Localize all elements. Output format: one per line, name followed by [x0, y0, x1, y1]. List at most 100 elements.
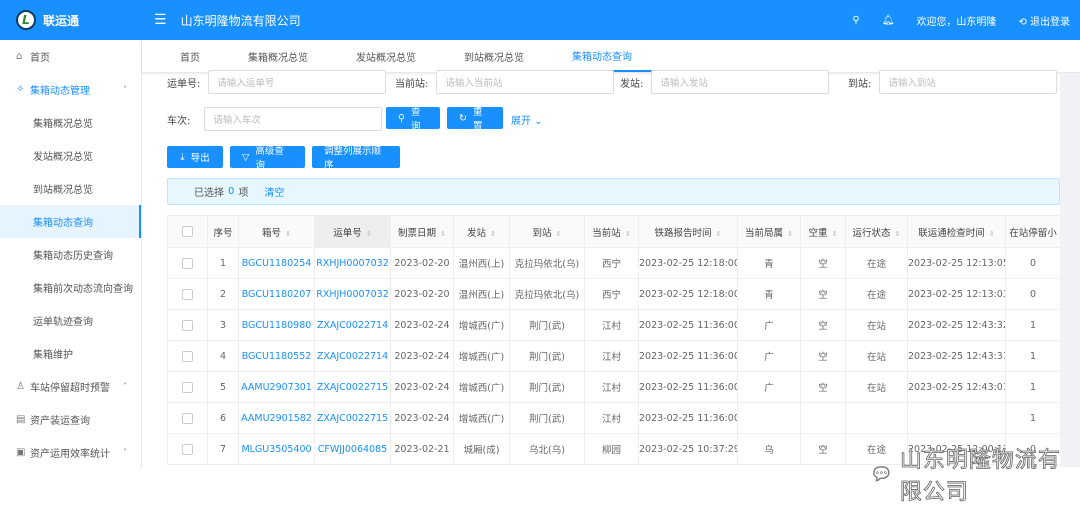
- tab[interactable]: 发站概况总览: [332, 40, 440, 72]
- sort-icon: ⇕: [490, 229, 496, 238]
- row-checkbox[interactable]: [167, 402, 208, 434]
- column-order-button[interactable]: 调整列展示顺序: [312, 146, 400, 171]
- tab[interactable]: 集箱动态查询: [548, 40, 656, 72]
- table-cell: 增城西(广): [453, 340, 510, 372]
- column-label: 箱号: [262, 227, 282, 239]
- table-row[interactable]: 4 BGCU1180552 ZXAJC0022714 2023-02-24 增城西(广)…: [167, 340, 1061, 372]
- table-row[interactable]: 2 BGCU1180207 RXHJH0007032 2023-02-20 温州西(上)…: [167, 278, 1061, 310]
- table-cell: 青: [737, 247, 801, 279]
- table-cell: [907, 402, 1006, 434]
- column-label: 当前站: [592, 227, 621, 239]
- column-header[interactable]: 制票日期 ⇕: [390, 215, 454, 248]
- tab[interactable]: 首页: [156, 40, 224, 72]
- column-header[interactable]: 当前局属 ⇕: [737, 215, 801, 248]
- sidebar-item[interactable]: ♙ 车站停留超时预警 ˅: [0, 370, 141, 403]
- row-checkbox[interactable]: [167, 340, 208, 372]
- table-cell[interactable]: RXHJH0007032: [314, 278, 391, 310]
- main-content: 首页 集箱概况总览 发站概况总览 到站概况总览 集箱动态查询 运单号: 请输入运单号 当…: [142, 40, 1080, 505]
- table-cell[interactable]: ZXAJC0022714: [314, 340, 391, 372]
- column-header[interactable]: 到站 ⇕: [509, 215, 585, 248]
- table-cell[interactable]: BGCU1180254: [238, 247, 315, 279]
- table-cell[interactable]: ZXAJC0022715: [314, 402, 391, 434]
- tab[interactable]: 集箱概况总览: [224, 40, 332, 72]
- sidebar-item[interactable]: 运单轨迹查询: [0, 304, 141, 337]
- selection-suffix: 项: [238, 188, 249, 199]
- select-all-checkbox[interactable]: [167, 215, 208, 248]
- row-checkbox[interactable]: [167, 433, 208, 465]
- export-button[interactable]: ⤓ 导出: [167, 146, 223, 168]
- refresh-icon: ↻: [459, 112, 467, 124]
- bell-icon[interactable]: 🔔︎: [882, 15, 895, 26]
- sidebar-item[interactable]: 集箱动态历史查询: [0, 238, 141, 271]
- export-label: 导出: [190, 153, 210, 164]
- sort-icon: ⇕: [285, 229, 291, 238]
- table-cell: 江村: [584, 340, 639, 372]
- sidebar-item-label: 到站概况总览: [33, 185, 93, 196]
- from-station-input[interactable]: 请输入发站: [651, 70, 830, 94]
- clear-selection-link[interactable]: 清空: [264, 184, 284, 199]
- row-checkbox[interactable]: [167, 247, 208, 279]
- row-checkbox[interactable]: [167, 371, 208, 403]
- sidebar-item[interactable]: 集箱概况总览: [0, 106, 141, 139]
- column-label: 序号: [213, 227, 233, 239]
- sidebar-item[interactable]: ✧ 集箱动态管理 ˄: [0, 73, 141, 106]
- sidebar: ⌂ 首页 ✧ 集箱动态管理 ˄ 集箱概况总览 发站概况总览到站概况总览集箱动态查询 集箱动态历…: [0, 40, 142, 467]
- search-button[interactable]: ⚲ 查询: [386, 107, 440, 132]
- tab[interactable]: 到站概况总览: [440, 40, 548, 72]
- menu-toggle-icon[interactable]: ☰: [154, 12, 167, 28]
- table-row[interactable]: 6 AAMU2901582 ZXAJC0022715 2023-02-24 增城西(广)…: [167, 402, 1061, 434]
- table-cell[interactable]: ZXAJC0022714: [314, 309, 391, 341]
- expand-link[interactable]: 展开 ⌄: [511, 112, 543, 127]
- sidebar-item[interactable]: 集箱维护: [0, 337, 141, 370]
- table-cell[interactable]: AAMU2901582: [238, 402, 315, 434]
- row-checkbox[interactable]: [167, 278, 208, 310]
- waybill-input[interactable]: 请输入运单号: [208, 70, 387, 94]
- train-input[interactable]: 请输入车次: [204, 107, 383, 131]
- sidebar-item[interactable]: 发站概况总览: [0, 139, 141, 172]
- table-cell: 在途: [845, 247, 908, 279]
- table-cell[interactable]: RXHJH0007032: [314, 247, 391, 279]
- advanced-search-button[interactable]: ▽ 高级查询: [230, 146, 305, 171]
- table-cell[interactable]: AAMU2907301: [238, 371, 315, 403]
- sidebar-item[interactable]: ▤ 资产装运查询: [0, 403, 141, 436]
- watermark-text: 山东明隆物流有限公司: [899, 448, 1061, 506]
- logout-button[interactable]: ⟲ 退出登录: [1018, 13, 1070, 28]
- sidebar-item[interactable]: ⌂ 首页: [0, 40, 141, 73]
- row-checkbox[interactable]: [167, 309, 208, 341]
- column-header[interactable]: 在站停留小: [1005, 215, 1061, 248]
- table-cell: 在站: [845, 340, 908, 372]
- sidebar-item[interactable]: 集箱动态查询: [0, 205, 141, 238]
- current-station-label: 当前站:: [395, 78, 429, 90]
- table-row[interactable]: 5 AAMU2907301 ZXAJC0022715 2023-02-24 增城西(广)…: [167, 371, 1061, 403]
- column-header[interactable]: 发站 ⇕: [453, 215, 510, 248]
- to-station-input[interactable]: 请输入到站: [879, 70, 1058, 94]
- table-cell[interactable]: CFWJJ0064085: [314, 433, 391, 465]
- table-cell[interactable]: BGCU1180552: [238, 340, 315, 372]
- table-cell: 6: [207, 402, 239, 434]
- sidebar-item[interactable]: 到站概况总览: [0, 172, 141, 205]
- table-row[interactable]: 1 BGCU1180254 RXHJH0007032 2023-02-20 温州西(上)…: [167, 247, 1061, 279]
- reset-button[interactable]: ↻ 重置: [447, 107, 503, 132]
- table-cell: 2023-02-24: [390, 371, 454, 403]
- table-cell[interactable]: MLGU3505400: [238, 433, 315, 465]
- column-header[interactable]: 铁路报告时间 ⇕: [638, 215, 738, 248]
- current-station-input[interactable]: 请输入当前站: [436, 70, 615, 94]
- column-header[interactable]: 箱号 ⇕: [238, 215, 315, 248]
- table-row[interactable]: 3 BGCU1180980 ZXAJC0022714 2023-02-24 增城西(广)…: [167, 309, 1061, 341]
- sidebar-item[interactable]: 集箱前次动态流向查询: [0, 271, 141, 304]
- table-cell: 温州西(上): [453, 247, 510, 279]
- table-cell: 增城西(广): [453, 309, 510, 341]
- sidebar-item[interactable]: ▣ 资产运用效率统计 ˅: [0, 436, 141, 469]
- table-cell[interactable]: ZXAJC0022715: [314, 371, 391, 403]
- column-header[interactable]: 当前站 ⇕: [584, 215, 639, 248]
- table-cell: 江村: [584, 402, 639, 434]
- column-header[interactable]: 空重 ⇕: [800, 215, 846, 248]
- column-header[interactable]: 运行状态 ⇕: [845, 215, 908, 248]
- table-cell[interactable]: BGCU1180207: [238, 278, 315, 310]
- column-header[interactable]: 联运通检查时间 ⇕: [907, 215, 1006, 248]
- search-icon[interactable]: ⚲: [852, 15, 859, 26]
- column-header[interactable]: 运单号 ⇕: [314, 215, 391, 248]
- logo[interactable]: L 联运通: [0, 10, 142, 30]
- table-cell[interactable]: BGCU1180980: [238, 309, 315, 341]
- scrollbar[interactable]: [1060, 73, 1080, 467]
